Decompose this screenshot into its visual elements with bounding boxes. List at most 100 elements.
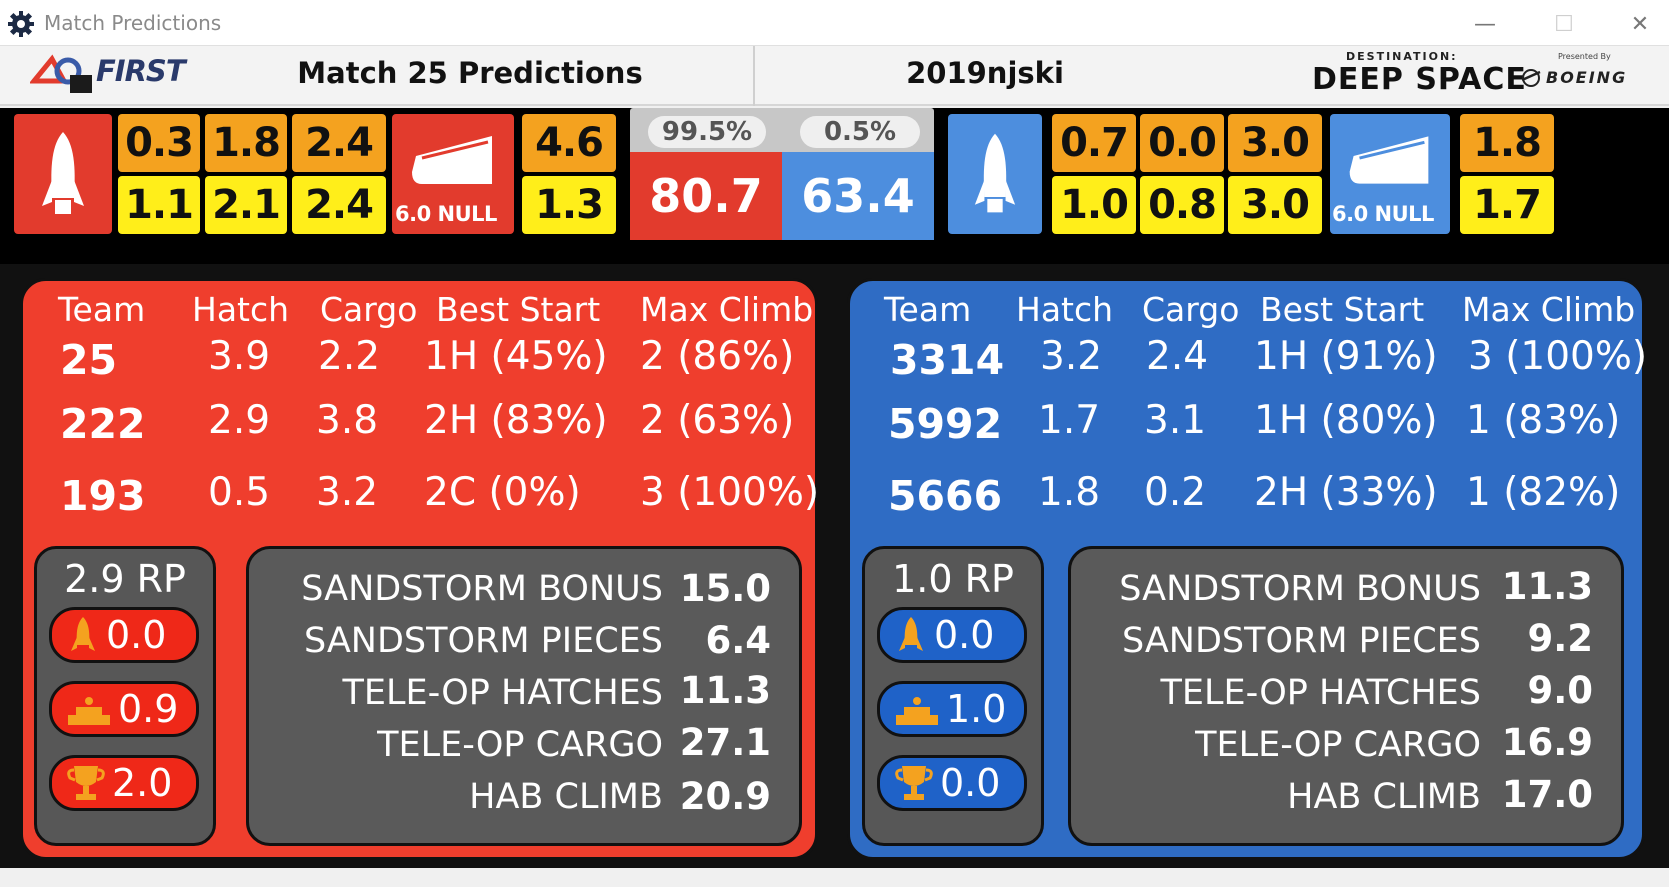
red-team-cargo: 3.2 xyxy=(316,470,379,515)
minimize-button[interactable]: — xyxy=(1456,4,1514,44)
blue-rocket-top-2: 0.0 xyxy=(1140,114,1224,172)
col-header-cargo: Cargo xyxy=(1142,290,1240,329)
blue-rp-hab-pill: 1.0 xyxy=(877,681,1027,737)
blue-team-hatch: 1.8 xyxy=(1038,470,1101,515)
rocket-icon xyxy=(899,617,923,651)
red-rocket-bottom-1: 1.1 xyxy=(118,176,200,234)
red-team-climb: 2 (63%) xyxy=(640,398,795,443)
red-team-start: 2C (0%) xyxy=(424,470,581,515)
blue-team-climb: 1 (83%) xyxy=(1466,398,1621,443)
breakdown-value: 16.9 xyxy=(1501,721,1593,764)
red-rocket-bottom-3: 2.4 xyxy=(292,176,386,234)
blue-cargoship-label: 6.0 NULL xyxy=(1332,202,1434,226)
first-logo-text: FIRST xyxy=(96,54,186,88)
app-gear-icon xyxy=(8,11,34,37)
breakdown-value: 11.3 xyxy=(1501,565,1593,608)
breakdown-value: 15.0 xyxy=(679,567,771,610)
red-team-cargo: 3.8 xyxy=(316,398,379,443)
red-team-hatch: 0.5 xyxy=(208,470,271,515)
red-rocket-top-3: 2.4 xyxy=(292,114,386,172)
rocket-icon xyxy=(974,133,1016,213)
red-rocket-top-1: 0.3 xyxy=(118,114,200,172)
breakdown-label: SANDSTORM PIECES xyxy=(1121,621,1481,661)
blue-team-climb: 3 (100%) xyxy=(1468,334,1648,379)
breakdown-label: TELE-OP CARGO xyxy=(1195,725,1481,765)
cargoship-icon xyxy=(1349,136,1429,184)
blue-predicted-score: 63.4 xyxy=(782,152,934,240)
close-button[interactable]: ✕ xyxy=(1611,4,1669,44)
red-cargoship-tile: 6.0 NULL xyxy=(392,114,514,234)
blue-cargoship-bottom: 1.7 xyxy=(1460,176,1554,234)
red-cargoship-top: 4.6 xyxy=(522,114,616,172)
trophy-icon xyxy=(67,766,105,800)
prediction-strip: 0.3 1.8 2.4 1.1 2.1 2.4 6.0 NULL 4.6 1.3… xyxy=(0,108,1669,264)
red-rocket-tile xyxy=(14,114,112,234)
red-win-probability: 99.5% xyxy=(648,116,766,148)
blue-rocket-bottom-3: 3.0 xyxy=(1228,176,1322,234)
blue-rp-rocket-value: 0.0 xyxy=(934,613,995,657)
red-team-number: 25 xyxy=(60,336,118,384)
blue-rocket-top-3: 3.0 xyxy=(1228,114,1322,172)
window-titlebar: Match Predictions — ☐ ✕ xyxy=(0,0,1669,46)
red-cargoship-label: 6.0 NULL xyxy=(395,202,497,226)
blue-score-breakdown: SANDSTORM BONUS 11.3 SANDSTORM PIECES 9.… xyxy=(1068,546,1624,846)
blue-team-cargo: 3.1 xyxy=(1144,398,1207,443)
red-team-cargo: 2.2 xyxy=(318,334,381,379)
game-logo-main: DEEP SPACE xyxy=(1312,62,1527,97)
red-rp-hab-pill: 0.9 xyxy=(49,681,199,737)
blue-team-number: 5666 xyxy=(888,472,1003,520)
maximize-button[interactable]: ☐ xyxy=(1535,4,1593,44)
blue-ranking-points-box: 1.0 RP 0.0 1.0 0.0 xyxy=(862,546,1044,846)
blue-team-start: 2H (33%) xyxy=(1254,470,1438,515)
red-score-breakdown: SANDSTORM BONUS 15.0 SANDSTORM PIECES 6.… xyxy=(246,546,802,846)
blue-rp-hab-value: 1.0 xyxy=(946,687,1007,731)
breakdown-value: 9.0 xyxy=(1527,669,1593,712)
red-rocket-top-2: 1.8 xyxy=(205,114,287,172)
breakdown-value: 6.4 xyxy=(705,619,771,662)
breakdown-value: 27.1 xyxy=(679,721,771,764)
blue-rp-title: 1.0 RP xyxy=(892,557,1014,601)
hab-icon xyxy=(68,697,110,725)
breakdown-value: 20.9 xyxy=(679,775,771,818)
blue-team-climb: 1 (82%) xyxy=(1466,470,1621,515)
header-bar: FIRST Match 25 Predictions 2019njski DES… xyxy=(0,46,1669,106)
breakdown-label: SANDSTORM PIECES xyxy=(303,621,663,661)
col-header-hatch: Hatch xyxy=(192,290,290,329)
red-team-number: 222 xyxy=(60,400,146,448)
breakdown-label: SANDSTORM BONUS xyxy=(1119,569,1481,609)
breakdown-label: HAB CLIMB xyxy=(469,777,663,817)
red-team-climb: 2 (86%) xyxy=(640,334,795,379)
red-rp-win-value: 2.0 xyxy=(112,761,173,805)
red-team-start: 2H (83%) xyxy=(424,398,608,443)
red-cargoship-bottom: 1.3 xyxy=(522,176,616,234)
blue-rocket-tile xyxy=(948,114,1042,234)
breakdown-label: TELE-OP CARGO xyxy=(377,725,663,765)
breakdown-value: 11.3 xyxy=(679,669,771,712)
col-header-hatch: Hatch xyxy=(1016,290,1114,329)
blue-cargoship-tile: 6.0 NULL xyxy=(1330,114,1450,234)
blue-rocket-top-1: 0.7 xyxy=(1052,114,1136,172)
event-code: 2019njski xyxy=(906,56,1064,90)
rocket-icon xyxy=(42,132,84,214)
red-rp-hab-value: 0.9 xyxy=(118,687,179,731)
rocket-icon xyxy=(71,617,95,651)
col-header-team: Team xyxy=(58,290,146,329)
boeing-logo-icon xyxy=(1521,69,1541,87)
red-ranking-points-box: 2.9 RP 0.0 0.9 2.0 xyxy=(34,546,216,846)
match-title: Match 25 Predictions xyxy=(297,56,643,90)
red-rp-win-pill: 2.0 xyxy=(49,755,199,811)
window-bottom-edge xyxy=(0,868,1669,887)
blue-team-cargo: 0.2 xyxy=(1144,470,1207,515)
breakdown-label: SANDSTORM BONUS xyxy=(301,569,663,609)
blue-cargoship-top: 1.8 xyxy=(1460,114,1554,172)
red-predicted-score: 80.7 xyxy=(630,152,782,240)
blue-win-probability: 0.5% xyxy=(800,116,920,148)
cargoship-icon xyxy=(412,136,492,184)
col-header-best-start: Best Start xyxy=(436,290,601,329)
red-team-hatch: 2.9 xyxy=(208,398,271,443)
red-team-climb: 3 (100%) xyxy=(640,470,820,515)
breakdown-label: TELE-OP HATCHES xyxy=(1160,673,1481,713)
breakdown-value: 9.2 xyxy=(1527,617,1593,660)
blue-team-start: 1H (91%) xyxy=(1254,334,1438,379)
sponsor-logo-text: BOEING xyxy=(1546,68,1628,87)
